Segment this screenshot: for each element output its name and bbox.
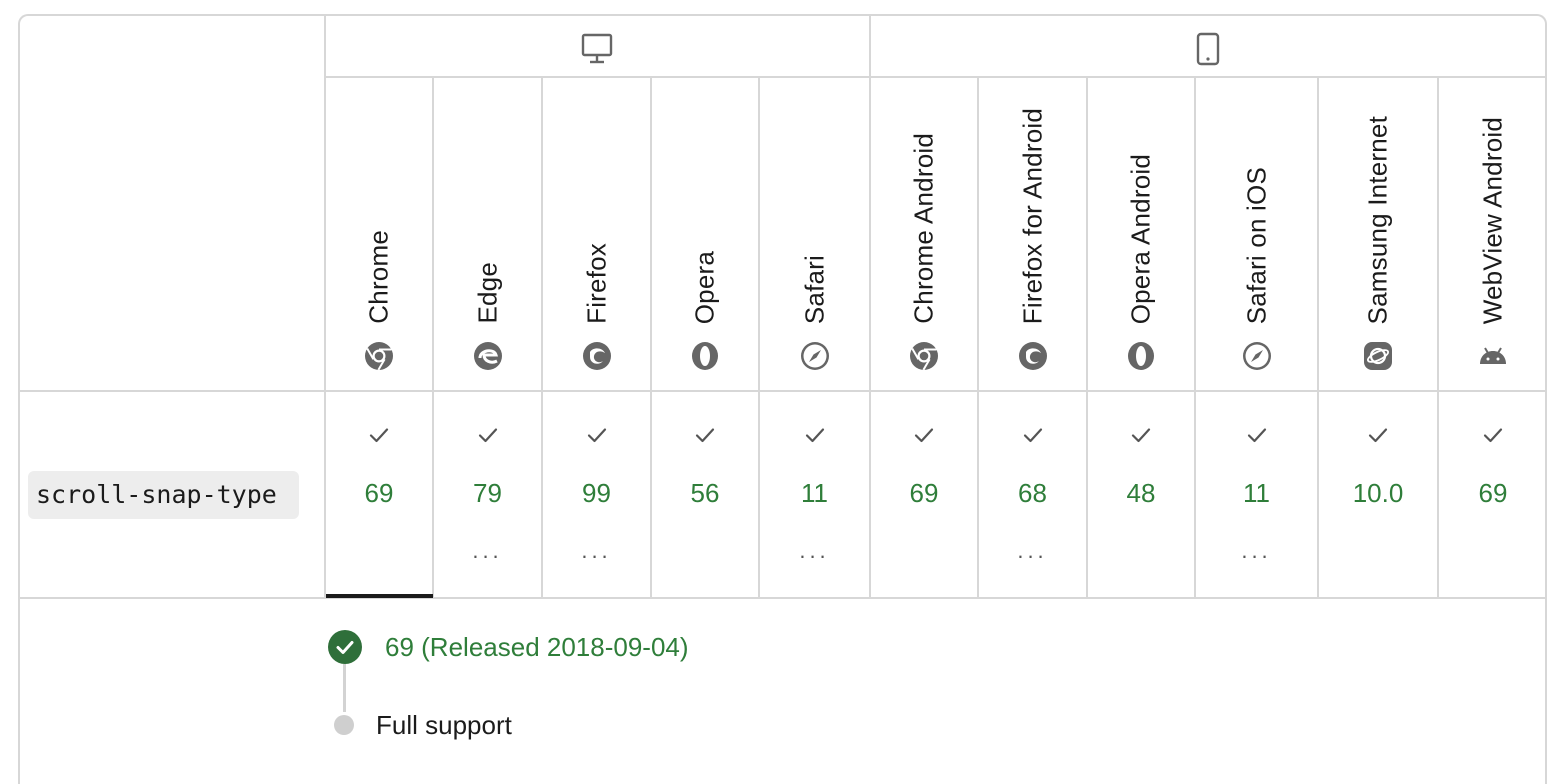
support-cell-samsung-internet[interactable]: 10.0 bbox=[1319, 392, 1437, 597]
desktop-icon bbox=[581, 33, 613, 64]
edge-icon bbox=[472, 340, 504, 372]
check-icon bbox=[586, 424, 608, 446]
version-added: 79 bbox=[473, 478, 502, 508]
more-info-indicator: ... bbox=[472, 538, 503, 563]
browser-name: Opera Android bbox=[1125, 153, 1156, 324]
browser-name: Edge bbox=[472, 262, 502, 324]
browser-name: Safari on iOS bbox=[1241, 166, 1271, 324]
safari-icon bbox=[799, 340, 831, 372]
support-cell-safari-on-ios[interactable]: 11... bbox=[1196, 392, 1317, 597]
browser-header-chrome: Chrome bbox=[326, 78, 432, 390]
support-cell-chrome[interactable]: 69 bbox=[326, 392, 432, 597]
check-icon bbox=[368, 424, 390, 446]
browser-name: Chrome bbox=[363, 230, 394, 324]
check-icon bbox=[1367, 424, 1389, 446]
browser-header-firefox: Firefox bbox=[543, 78, 650, 390]
version-added: 69 bbox=[364, 478, 394, 508]
browser-header-samsung-internet: Samsung Internet bbox=[1319, 78, 1437, 390]
opera-icon bbox=[1125, 340, 1157, 372]
browser-header-firefox-for-android: Firefox for Android bbox=[979, 78, 1086, 390]
version-added: 10.0 bbox=[1352, 478, 1404, 508]
browser-header-opera: Opera bbox=[652, 78, 758, 390]
firefox-icon bbox=[1017, 340, 1049, 372]
support-cell-webview-android[interactable]: 69 bbox=[1439, 392, 1547, 597]
chrome-icon bbox=[908, 340, 940, 372]
timeline-connector bbox=[343, 664, 346, 712]
check-icon bbox=[1130, 424, 1152, 446]
version-added: 48 bbox=[1126, 478, 1156, 508]
android-icon bbox=[1477, 340, 1509, 372]
check-icon bbox=[1246, 424, 1268, 446]
version-added: 68 bbox=[1018, 478, 1047, 508]
check-icon bbox=[694, 424, 716, 446]
feature-name[interactable]: scroll-snap-type bbox=[28, 471, 299, 519]
mobile-icon bbox=[1196, 32, 1220, 66]
version-added: 11 bbox=[801, 478, 828, 508]
browser-name: Firefox for Android bbox=[1017, 107, 1047, 324]
check-icon bbox=[1482, 424, 1504, 446]
version-added: 69 bbox=[1478, 478, 1508, 508]
safari-icon bbox=[1241, 340, 1273, 372]
browser-header-safari-on-ios: Safari on iOS bbox=[1196, 78, 1317, 390]
browser-name: Opera bbox=[689, 250, 720, 324]
support-cell-chrome-android[interactable]: 69 bbox=[871, 392, 977, 597]
more-info-indicator: ... bbox=[581, 538, 612, 563]
browser-header-edge: Edge bbox=[434, 78, 541, 390]
browser-name: Chrome Android bbox=[908, 133, 939, 324]
firefox-icon bbox=[581, 340, 613, 372]
version-added: 99 bbox=[582, 478, 611, 508]
support-cell-safari[interactable]: 11... bbox=[760, 392, 869, 597]
check-icon bbox=[804, 424, 826, 446]
browser-header-chrome-android: Chrome Android bbox=[871, 78, 977, 390]
check-icon bbox=[913, 424, 935, 446]
chrome-icon bbox=[363, 340, 395, 372]
browser-header-webview-android: WebView Android bbox=[1439, 78, 1547, 390]
browser-name: Firefox bbox=[581, 243, 611, 324]
version-added: 11 bbox=[1243, 478, 1270, 508]
browser-name: Samsung Internet bbox=[1362, 115, 1393, 324]
browser-header-safari: Safari bbox=[760, 78, 869, 390]
check-icon bbox=[477, 424, 499, 446]
more-info-indicator: ... bbox=[799, 538, 830, 563]
release-version: 69 (Released 2018-09-04) bbox=[385, 632, 689, 662]
samsung-internet-icon bbox=[1362, 340, 1394, 372]
support-cell-firefox-for-android[interactable]: 68... bbox=[979, 392, 1086, 597]
browser-name: Safari bbox=[799, 254, 829, 324]
selected-cell-indicator bbox=[326, 594, 433, 598]
version-added: 56 bbox=[690, 478, 720, 508]
support-cell-opera[interactable]: 56 bbox=[652, 392, 758, 597]
timeline-dot bbox=[334, 715, 354, 735]
support-status: Full support bbox=[376, 710, 512, 740]
opera-icon bbox=[689, 340, 721, 372]
support-cell-opera-android[interactable]: 48 bbox=[1088, 392, 1194, 597]
support-cell-edge[interactable]: 79... bbox=[434, 392, 541, 597]
more-info-indicator: ... bbox=[1241, 538, 1272, 563]
browser-name: WebView Android bbox=[1477, 116, 1508, 324]
version-added: 69 bbox=[909, 478, 939, 508]
check-icon bbox=[1022, 424, 1044, 446]
more-info-indicator: ... bbox=[1017, 538, 1048, 563]
full-support-check-icon bbox=[328, 630, 362, 664]
browser-header-opera-android: Opera Android bbox=[1088, 78, 1194, 390]
support-cell-firefox[interactable]: 99... bbox=[543, 392, 650, 597]
